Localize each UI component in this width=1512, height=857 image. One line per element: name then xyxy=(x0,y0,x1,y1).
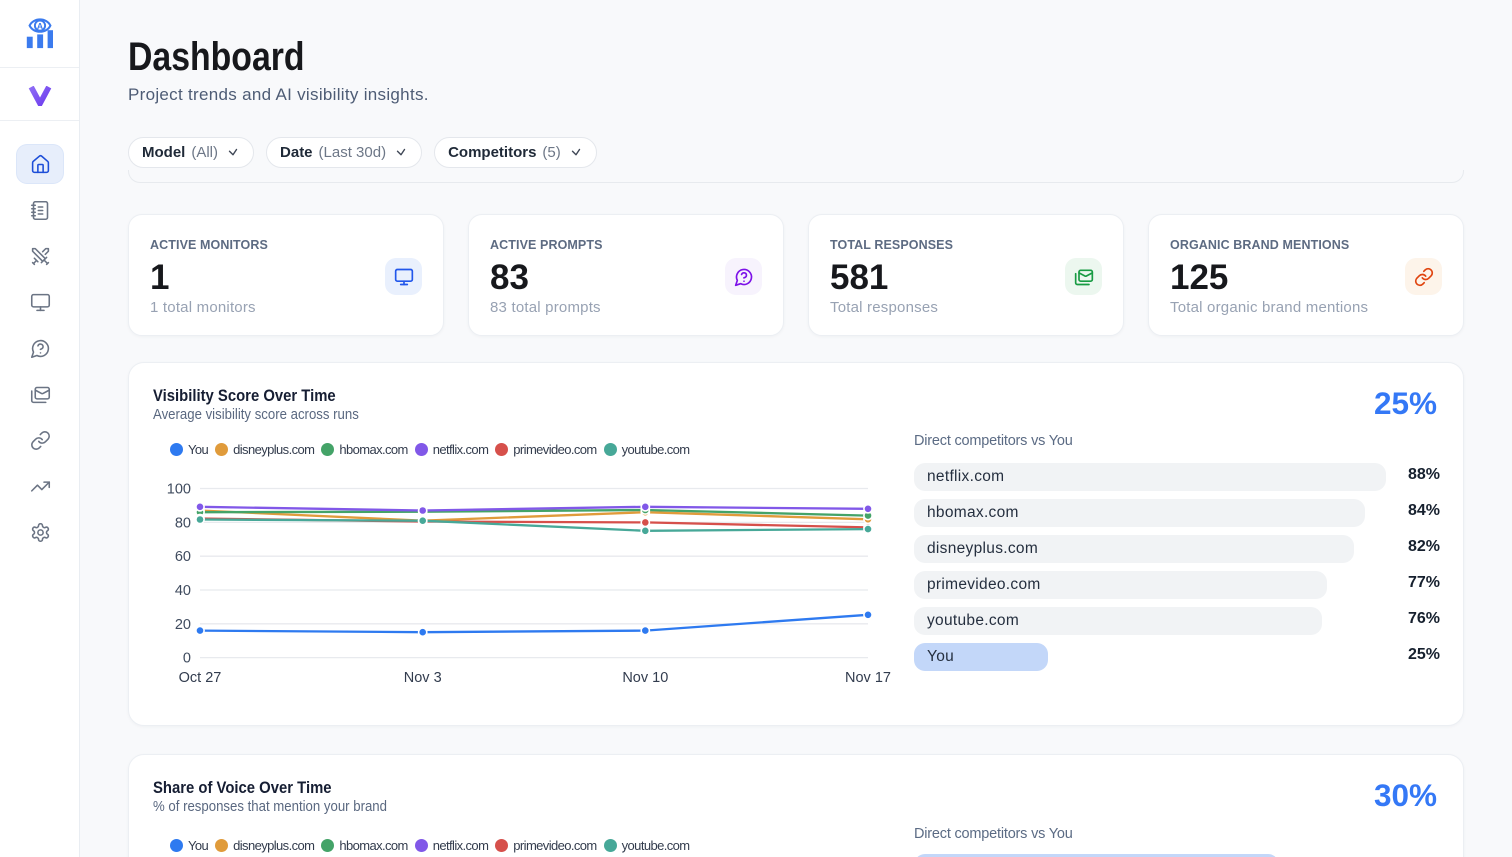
svg-text:0: 0 xyxy=(183,651,191,667)
svg-text:80: 80 xyxy=(175,515,191,531)
svg-text:60: 60 xyxy=(175,549,191,565)
svg-text:Oct 27: Oct 27 xyxy=(179,670,222,686)
svg-text:Nov 17: Nov 17 xyxy=(845,670,891,686)
svg-text:A: A xyxy=(37,21,43,31)
svg-text:Nov 3: Nov 3 xyxy=(404,670,442,686)
svg-text:Nov 10: Nov 10 xyxy=(622,670,668,686)
svg-text:100: 100 xyxy=(167,482,191,498)
svg-text:40: 40 xyxy=(175,583,191,599)
svg-text:20: 20 xyxy=(175,617,191,633)
